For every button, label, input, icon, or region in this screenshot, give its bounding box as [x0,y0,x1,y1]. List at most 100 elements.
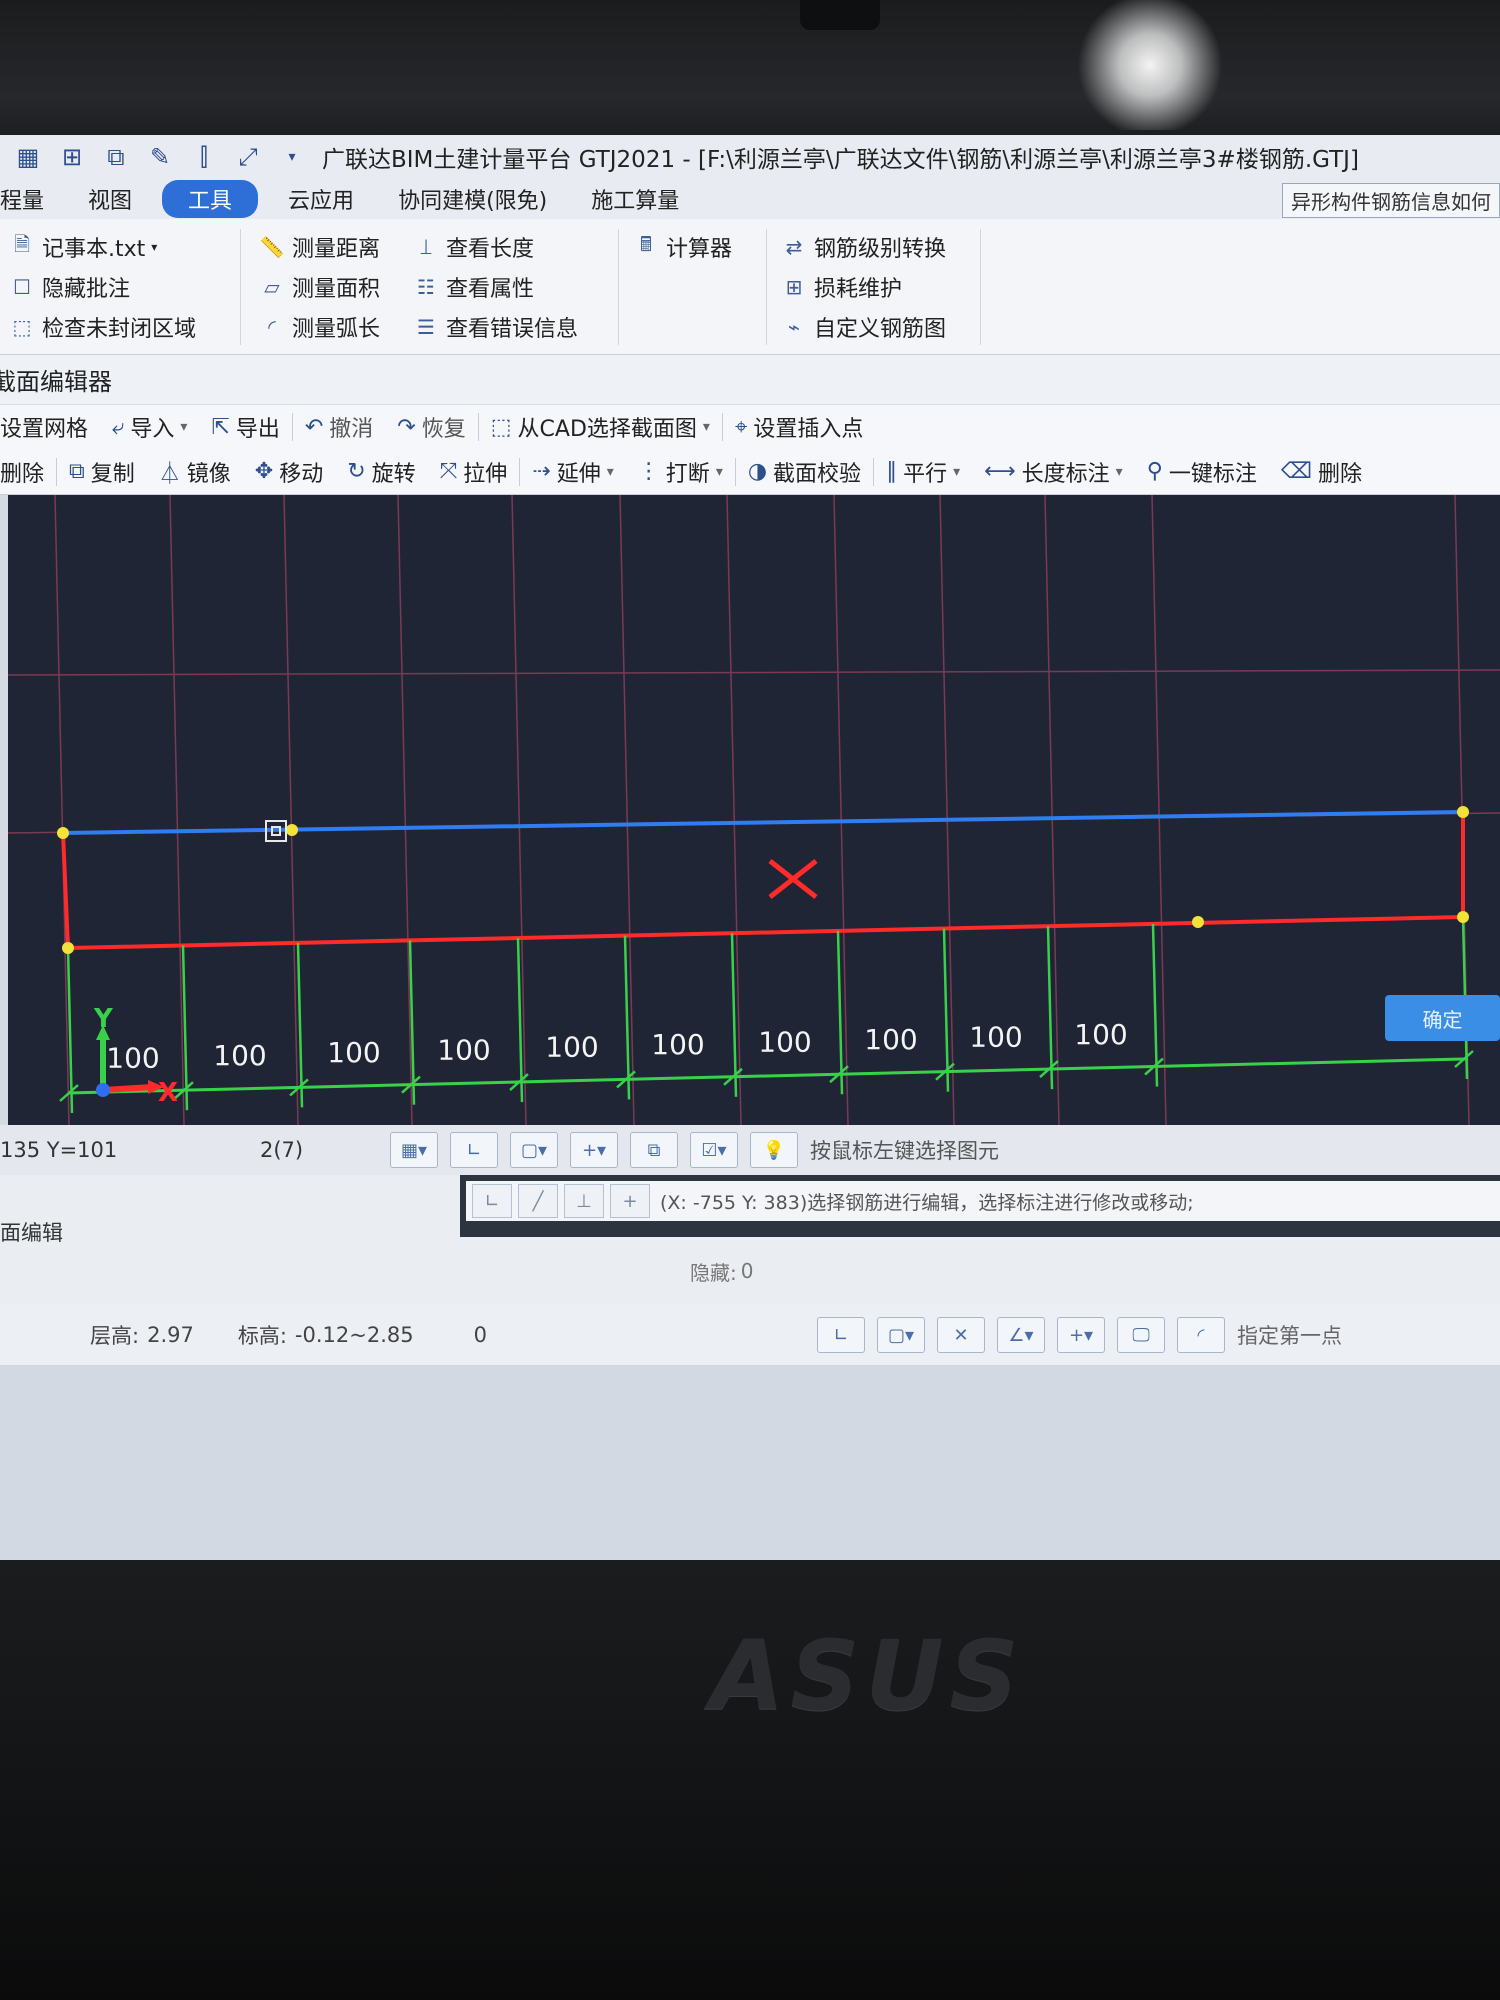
dimension-label[interactable]: 100 [327,1036,380,1069]
offset-icon[interactable]: +▾ [1057,1317,1105,1353]
angle-icon[interactable]: ∠▾ [997,1317,1045,1353]
extend-button[interactable]: ⇢ 延伸 ▾ [520,449,625,494]
dimension-label[interactable]: 100 [545,1031,598,1064]
resize-icon[interactable]: ⤢ [232,142,264,172]
rebar-node[interactable] [62,942,74,954]
view-errors-button[interactable]: ☰ 查看错误信息 [412,307,578,347]
dimension-label[interactable]: 100 [106,1041,159,1074]
import-label: 导入 [130,417,175,442]
break-button[interactable]: ⋮ 打断 ▾ [626,449,735,494]
dimension-label[interactable]: 100 [651,1028,704,1061]
dimension-tick[interactable] [1151,923,1159,1087]
length-dimension-button[interactable]: ⟷ 长度标注 ▾ [972,449,1135,494]
pen-icon[interactable]: ✎ [144,142,176,172]
undo-button[interactable]: ↶ 撤消 [293,405,385,449]
view-properties-button[interactable]: ☷ 查看属性 [412,267,578,307]
rebar-bottom-line[interactable] [67,915,1464,950]
measure-area-button[interactable]: ▱ 测量面积 [258,267,380,307]
menu-item-cloud[interactable]: 云应用 [266,180,376,218]
offset-icon[interactable]: + [610,1184,650,1218]
rotate-button[interactable]: ↻ 旋转 [335,449,427,494]
offset-icon[interactable]: +▾ [570,1132,618,1168]
arc-icon[interactable]: ◜ [1177,1317,1225,1353]
table-icon[interactable]: ⊞ [56,142,88,172]
calculator-button[interactable]: 🖩 计算器 [632,227,732,267]
dimension-tick[interactable] [296,942,304,1108]
menu-item-quantity[interactable]: 程量 [0,180,66,218]
rebar-left-leg[interactable] [61,832,70,949]
grid-toggle-icon[interactable]: ▦▾ [390,1132,438,1168]
copy-button[interactable]: ⧉ 复制 [57,449,147,494]
measure-distance-button[interactable]: 📏 测量距离 [258,227,380,267]
delete-dimension-button[interactable]: ⌫ 删除 [1269,449,1374,494]
check-unclosed-button[interactable]: ⬚ 检查未封闭区域 [8,307,196,347]
notepad-button[interactable]: 🗎 记事本.txt ▾ [8,227,196,267]
import-button[interactable]: ⤶ 导入 ▾ [100,405,199,449]
section-drawing-canvas[interactable]: 100 100 100 100 100 100 100 100 100 100 Y X [8,495,1500,1125]
menu-item-construction[interactable]: 施工算量 [569,180,701,218]
grid-icon[interactable]: ▦ [12,142,44,172]
rect-snap-icon[interactable]: ▢▾ [877,1317,925,1353]
dimension-tick[interactable] [942,928,950,1092]
monitor-icon[interactable]: 🖵 [1117,1317,1165,1353]
rebar-node[interactable] [286,824,298,836]
dropdown-icon[interactable]: ▾ [276,142,308,172]
stretch-button[interactable]: ⤧ 拉伸 [428,449,520,494]
command-line[interactable]: ∟ ╱ ⊥ + (X: -755 Y: 383)选择钢筋进行编辑，选择标注进行修… [466,1181,1500,1221]
redo-button[interactable]: ↷ 恢复 [385,405,477,449]
parallel-button[interactable]: ∥ 平行 ▾ [874,449,972,494]
floor-height-label: 层高: [90,1324,140,1348]
set-insert-point-button[interactable]: ⌖ 设置插入点 [723,405,875,449]
delete-button[interactable]: 删除 [0,449,56,494]
loss-maintenance-button[interactable]: ⊞ 损耗维护 [780,267,946,307]
dimension-label[interactable]: 100 [969,1020,1022,1053]
rebar-node[interactable] [57,827,69,839]
bracket-icon[interactable]: ⫿ [188,142,220,172]
menu-item-view[interactable]: 视图 [66,180,154,218]
set-grid-button[interactable]: 设置网格 [0,405,100,449]
export-button[interactable]: ⇱ 导出 [199,405,291,449]
perpendicular-icon[interactable]: ⊥ [564,1184,604,1218]
checkbox-icon: ☐ [13,275,31,299]
polar-icon[interactable]: ⧉ [630,1132,678,1168]
rebar-grade-convert-button[interactable]: ⇄ 钢筋级别转换 [780,227,946,267]
dimension-tick[interactable] [1046,926,1054,1090]
rebar-node[interactable] [1457,806,1469,818]
dimension-tick[interactable] [623,935,631,1100]
dimension-tick[interactable] [730,933,738,1097]
object-snap-icon[interactable]: ☑▾ [690,1132,738,1168]
lightbulb-icon[interactable]: 💡 [750,1132,798,1168]
parallel-label: 平行 [903,461,948,487]
confirm-button[interactable]: 确定 [1385,995,1500,1041]
move-button[interactable]: ✥ 移动 [243,449,335,494]
auto-dimension-button[interactable]: ⚲ 一键标注 [1135,449,1269,494]
rebar-node[interactable] [1457,911,1469,923]
dimension-label[interactable]: 100 [437,1033,490,1066]
rebar-node[interactable] [1192,916,1204,928]
mirror-button[interactable]: ⏃ 镜像 [147,449,243,494]
section-check-button[interactable]: ◑ 截面校验 [736,449,873,494]
screen-lower-edge [0,1365,1500,1560]
measure-arc-button[interactable]: ◜ 测量弧长 [258,307,380,347]
select-from-cad-button[interactable]: ⬚ 从CAD选择截面图 ▾ [479,405,722,449]
dimension-label[interactable]: 100 [213,1039,266,1072]
hide-annotations-button[interactable]: ☐ 隐藏批注 [8,267,196,307]
dimension-label[interactable]: 100 [1074,1018,1127,1051]
dimension-tick[interactable] [836,930,844,1095]
rect-snap-icon[interactable]: ▢▾ [510,1132,558,1168]
dimension-label[interactable]: 100 [758,1026,811,1059]
dimension-tick[interactable] [516,937,524,1103]
ortho-icon[interactable]: ∟ [817,1317,865,1353]
status-hint: 按鼠标左键选择图元 [810,1139,999,1163]
close-icon[interactable]: ✕ [937,1317,985,1353]
ortho-icon[interactable]: ∟ [450,1132,498,1168]
view-length-button[interactable]: ⟘ 查看长度 [412,227,578,267]
layers-icon[interactable]: ⧉ [100,142,132,172]
dimension-label[interactable]: 100 [864,1023,917,1056]
custom-rebar-shape-button[interactable]: ⌁ 自定义钢筋图 [780,307,946,347]
help-search-tab[interactable]: 异形构件钢筋信息如何 [1282,183,1500,218]
ortho-icon[interactable]: ∟ [472,1184,512,1218]
menu-item-collab[interactable]: 协同建模(限免) [376,180,569,218]
line-icon[interactable]: ╱ [518,1184,558,1218]
menu-item-tools[interactable]: 工具 [162,180,259,218]
